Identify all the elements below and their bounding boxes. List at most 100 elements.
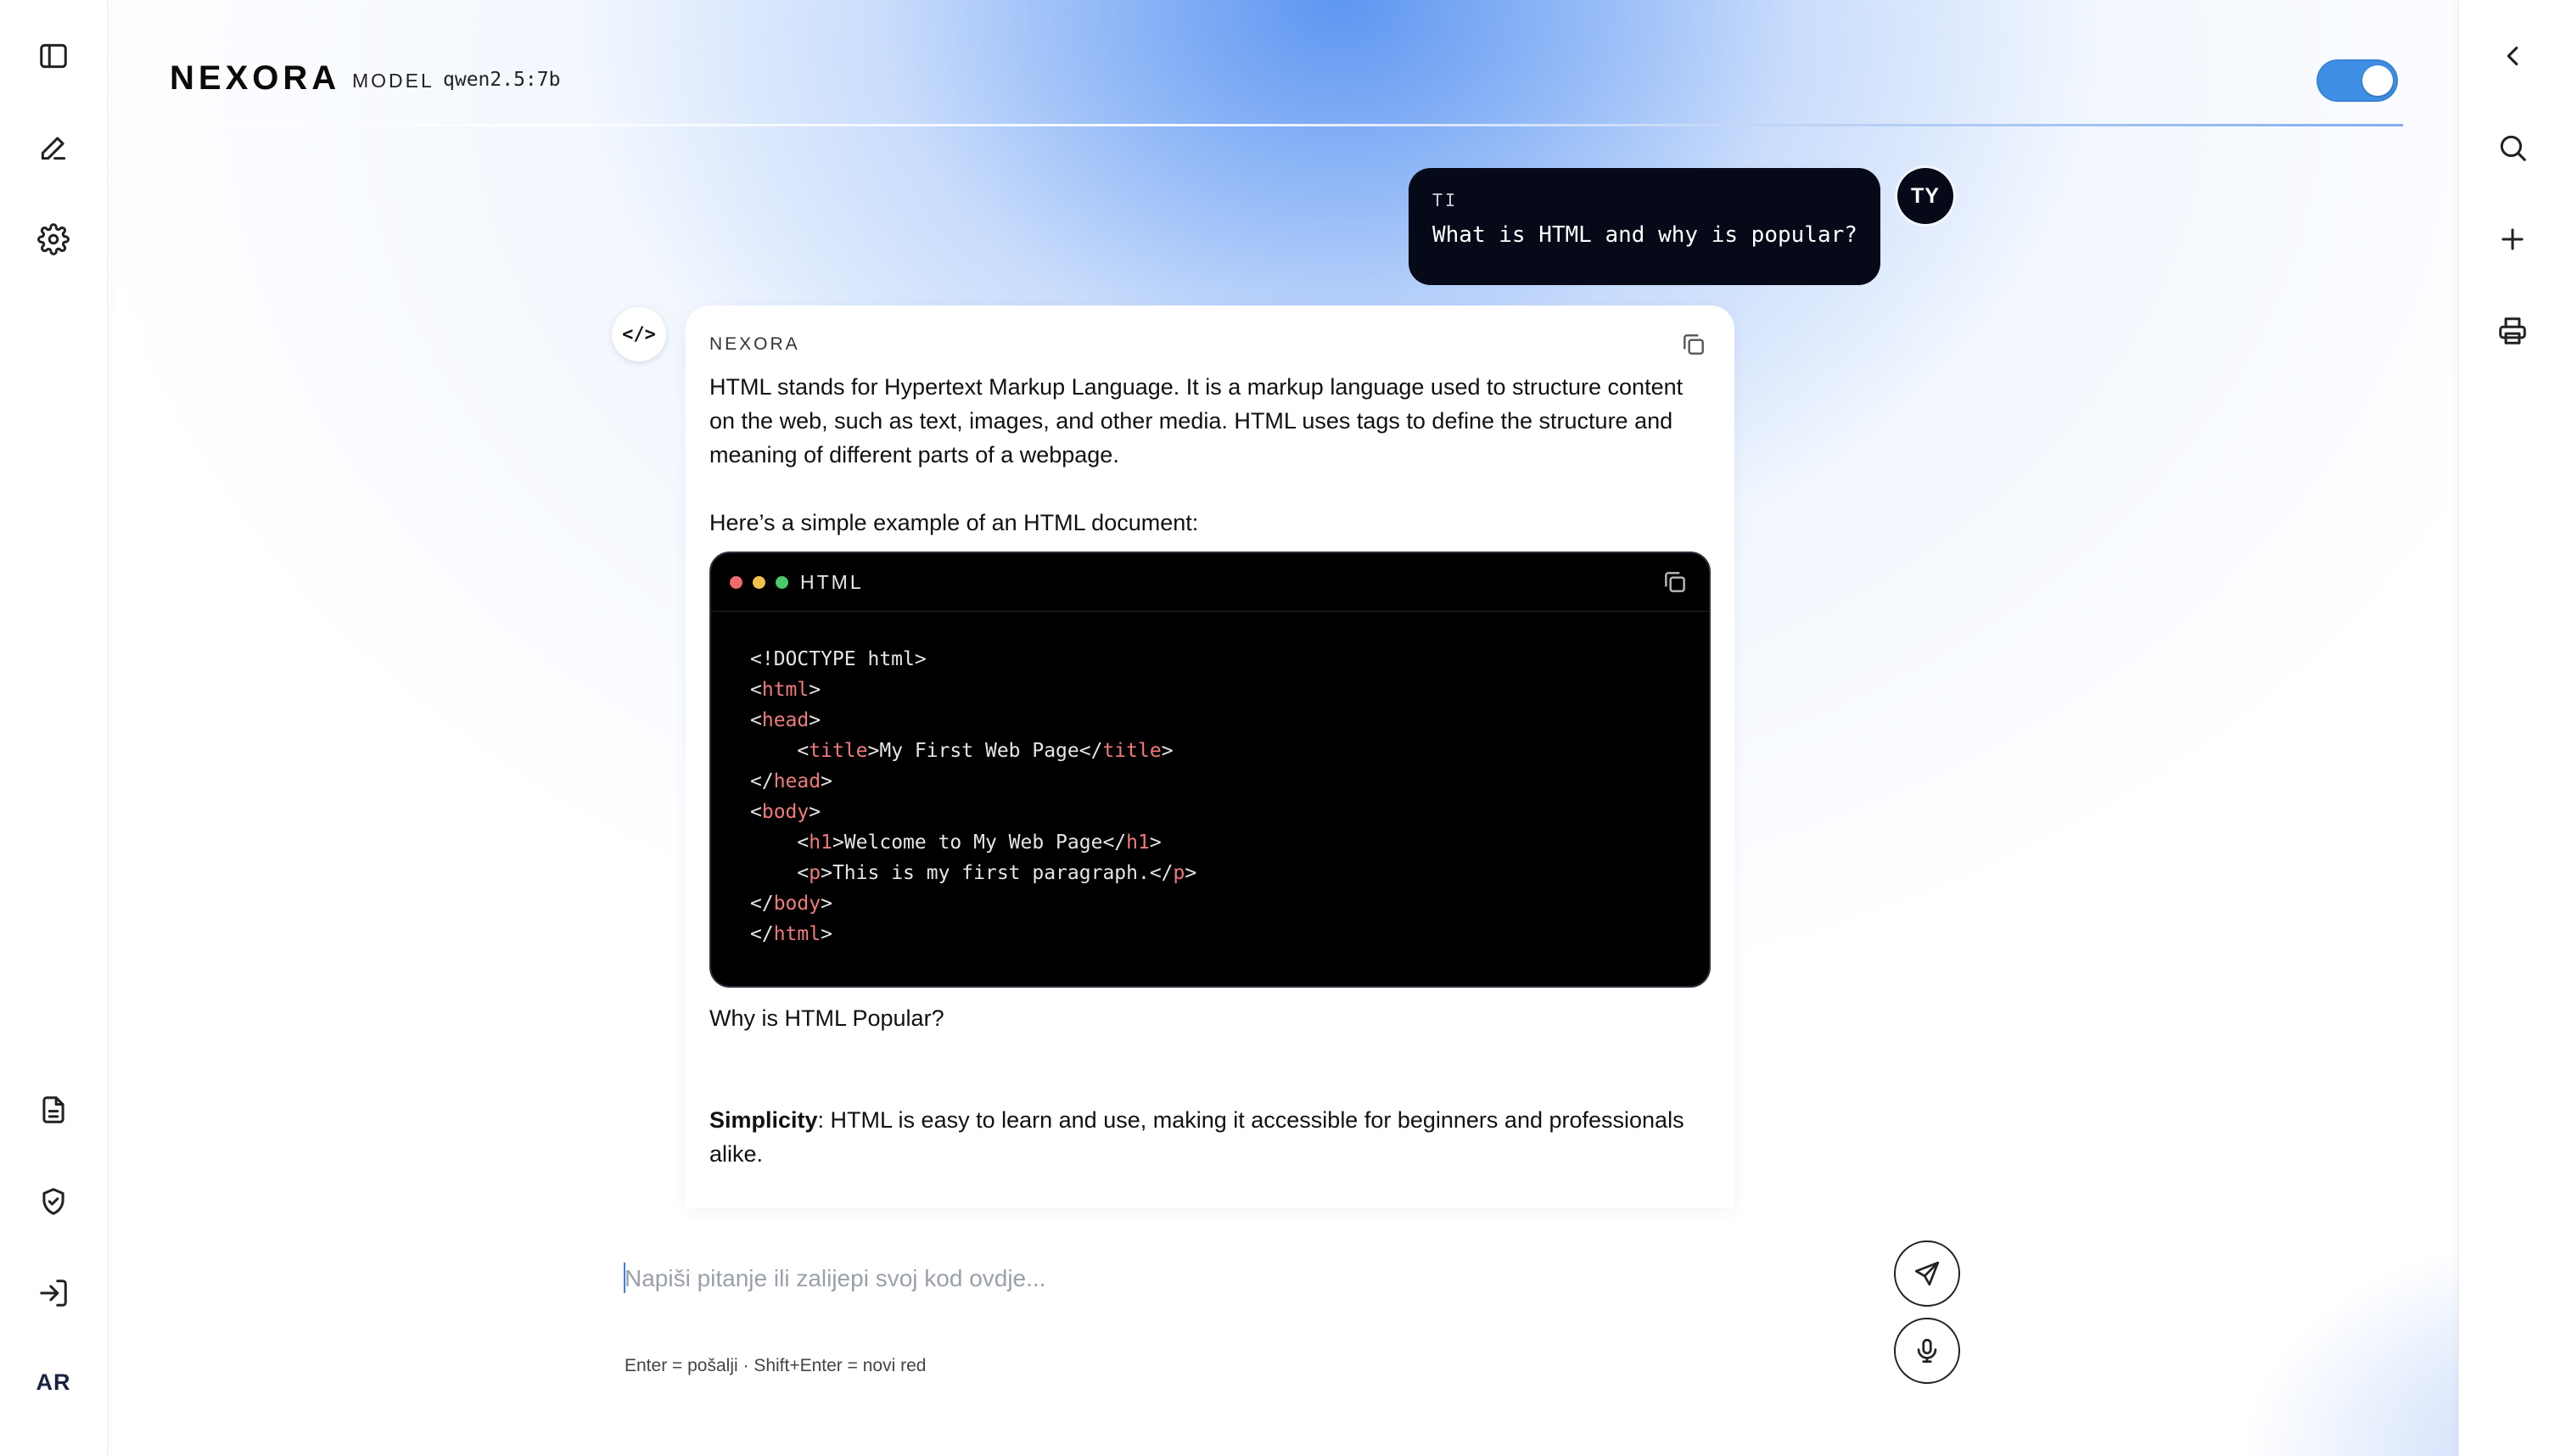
code-line: <title>My First Web Page</title> (750, 736, 1709, 766)
code-text: > (821, 923, 832, 945)
code-block-header: HTML (711, 553, 1709, 612)
code-text: >This is my first paragraph.</ (821, 862, 1174, 884)
user-message-bubble: TI What is HTML and why is popular? (1409, 168, 1880, 285)
sidebar-toggle-button[interactable] (26, 29, 81, 83)
code-text: </ (750, 893, 774, 915)
collapse-panel-button[interactable] (2485, 29, 2540, 83)
search-button[interactable] (2485, 120, 2540, 175)
code-text: > (1185, 862, 1197, 884)
code-text: < (750, 709, 762, 731)
code-line: </body> (750, 888, 1709, 919)
user-avatar: TY (1897, 168, 1953, 224)
code-tag-name: head (761, 709, 810, 731)
header-divider (170, 124, 2403, 126)
code-line: <!DOCTYPE html> (750, 644, 1709, 675)
code-text: > (821, 893, 832, 915)
print-button[interactable] (2485, 304, 2540, 358)
copy-icon (1684, 334, 1704, 355)
code-tag-name: h1 (809, 832, 832, 854)
code-text: < (797, 740, 810, 762)
code-line: <h1>Welcome to My Web Page</h1> (750, 827, 1709, 858)
language-switch[interactable]: AR (0, 1369, 107, 1396)
user-sender-label: TI (1432, 190, 1459, 210)
code-line: <body> (750, 797, 1709, 827)
code-tag-name: title (809, 740, 868, 762)
login-button[interactable] (26, 1266, 81, 1320)
code-text: > (1161, 740, 1174, 762)
keyboard-hint: Enter = pošalji · Shift+Enter = novi red (625, 1356, 927, 1375)
document-icon (42, 1096, 64, 1123)
code-text: <!DOCTYPE html> (750, 648, 927, 670)
code-content: <!DOCTYPE html> <html> <head> <title>My Fi… (711, 612, 1709, 949)
copy-icon (1665, 572, 1685, 592)
search-icon (2500, 135, 2526, 161)
model-label: MODEL (352, 70, 434, 92)
microphone-icon (1917, 1338, 1937, 1364)
theme-toggle[interactable] (2317, 59, 2398, 102)
window-dot-yellow (753, 575, 765, 589)
code-text: >My First Web Page</ (867, 740, 1103, 762)
model-name[interactable]: qwen2.5:7b (443, 69, 560, 91)
message-input[interactable] (623, 1259, 1848, 1298)
code-tag-name: p (809, 862, 821, 884)
code-line: <head> (750, 705, 1709, 736)
code-tag-name: body (773, 893, 821, 915)
assistant-message-card: NEXORA HTML stands for Hypertext Markup … (686, 305, 1734, 1208)
code-tag-name: title (1102, 740, 1162, 762)
assistant-paragraph: Simplicity: HTML is easy to learn and us… (709, 1103, 1711, 1171)
code-tag-name: h1 (1126, 832, 1150, 854)
shield-icon (42, 1188, 64, 1215)
copy-code-button[interactable] (1656, 563, 1694, 601)
left-sidebar: AR (0, 0, 108, 1456)
toggle-knob (2362, 65, 2393, 96)
send-icon (1914, 1261, 1940, 1286)
code-text: >Welcome to My Web Page</ (832, 832, 1127, 854)
code-tag-name: html (773, 923, 821, 945)
sidebar-toggle-icon (40, 43, 67, 69)
paragraph-text: : HTML is easy to learn and use, making … (709, 1107, 1684, 1167)
assistant-avatar: </> (612, 307, 666, 361)
plus-icon (2502, 228, 2524, 250)
code-text: < (750, 801, 762, 823)
assistant-paragraph: Here’s a simple example of an HTML docum… (709, 510, 1199, 535)
code-language-label: HTML (800, 570, 864, 593)
code-text: </ (750, 770, 774, 792)
documents-button[interactable] (26, 1083, 81, 1137)
code-text: < (750, 679, 762, 701)
code-tag-name: html (761, 679, 810, 701)
code-text: < (797, 862, 810, 884)
edit-icon (41, 137, 66, 160)
copy-message-button[interactable] (1675, 326, 1712, 363)
code-text: </ (750, 923, 774, 945)
code-text: < (797, 832, 810, 854)
assistant-paragraph: Why is HTML Popular? (709, 1005, 944, 1031)
code-line: <p>This is my first paragraph.</p> (750, 858, 1709, 888)
text-caret (624, 1263, 625, 1293)
window-dot-green (776, 575, 788, 589)
send-button[interactable] (1894, 1240, 1960, 1307)
code-tag-name: p (1173, 862, 1185, 884)
code-text: > (809, 709, 821, 731)
microphone-button[interactable] (1894, 1318, 1960, 1384)
code-line: </head> (750, 766, 1709, 797)
code-line: </html> (750, 919, 1709, 949)
add-button[interactable] (2485, 212, 2540, 266)
security-button[interactable] (26, 1174, 81, 1229)
code-block: HTML <!DOCTYPE html> <html> <head> <title>… (709, 552, 1711, 988)
chevron-left-icon (2507, 46, 2518, 66)
assistant-sender-label: NEXORA (709, 334, 800, 354)
code-text: > (809, 801, 821, 823)
gear-icon (37, 223, 70, 255)
window-dot-red (730, 575, 742, 589)
code-text: > (809, 679, 821, 701)
settings-button[interactable] (26, 212, 81, 266)
new-chat-button[interactable] (26, 120, 81, 175)
assistant-paragraph: HTML stands for Hypertext Markup Languag… (709, 374, 1684, 468)
login-icon (40, 1280, 67, 1307)
brand-logo: NEXORA (170, 59, 341, 97)
user-message-text: What is HTML and why is popular? (1432, 222, 1857, 248)
code-text: > (821, 770, 832, 792)
